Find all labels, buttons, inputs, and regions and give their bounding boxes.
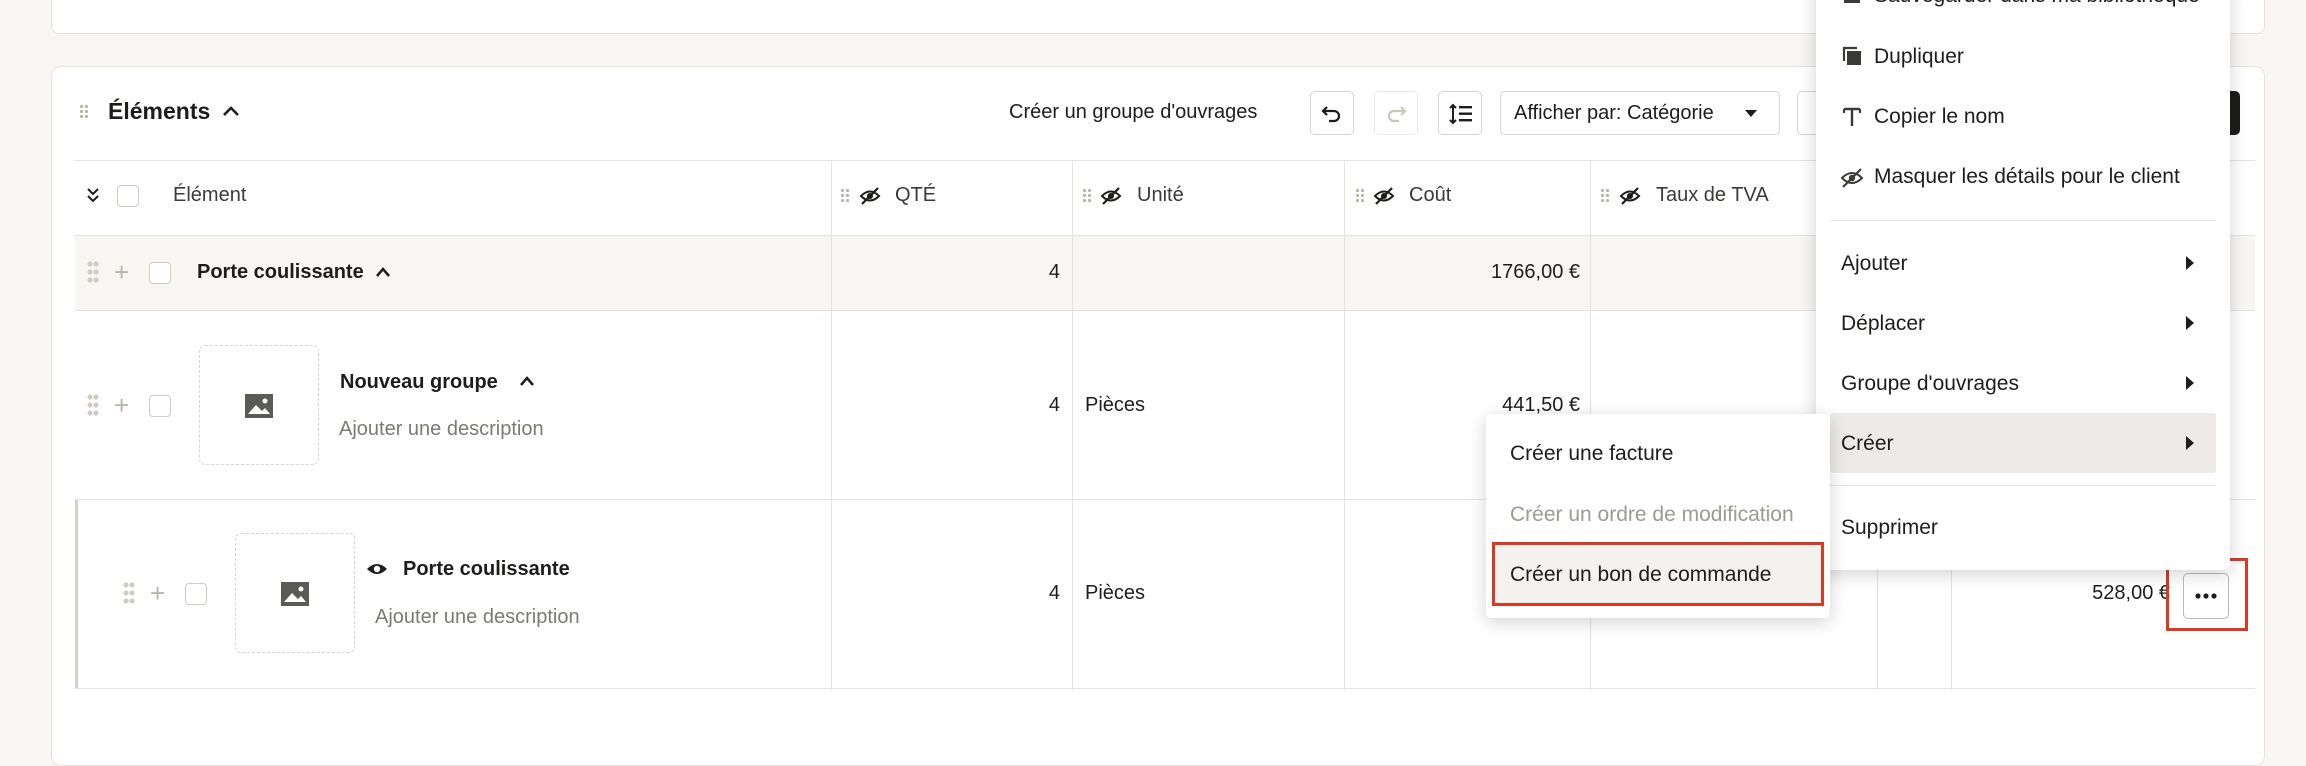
row-unit: Pièces [1085,394,1146,416]
eye-off-icon[interactable] [1619,186,1641,206]
menu-item-move[interactable]: Déplacer [1841,312,1925,336]
row-description[interactable]: Ajouter une description [339,418,544,441]
header-unit: Unité [1137,184,1184,206]
row-drag-handle-icon[interactable] [123,581,135,605]
column-drag-handle-icon[interactable] [1355,188,1365,204]
row-description[interactable]: Ajouter une description [375,606,580,629]
eye-off-icon[interactable] [1100,186,1122,206]
display-by-label: Afficher par: Catégorie [1514,102,1714,124]
menu-divider [1830,220,2216,221]
copy-icon [1842,46,1861,65]
row-total: 528,00 € [2092,582,2170,604]
create-group-button[interactable]: Créer un groupe d'ouvrages [1009,101,1257,124]
collapse-chevron-up-icon[interactable] [222,104,240,118]
eye-off-icon[interactable] [859,186,881,206]
chevron-up-icon[interactable] [375,266,391,278]
row-name[interactable]: Nouveau groupe [340,371,498,394]
menu-item-create[interactable]: Créer [1841,432,1894,456]
column-divider [1072,161,1073,691]
add-row-icon[interactable]: + [114,259,129,285]
highlight-purchase-order [1492,542,1824,606]
section-title: Éléments [108,98,211,124]
menu-divider [1830,485,2216,486]
row-qty: 4 [1048,261,1060,283]
add-row-icon[interactable]: + [150,580,165,606]
expand-all-chevrons-icon[interactable] [86,187,100,203]
row-checkbox[interactable] [185,583,207,605]
row-divider [75,688,2255,689]
menu-item-delete[interactable]: Supprimer [1841,516,1938,540]
row-drag-handle-icon[interactable] [87,393,99,417]
image-icon [245,394,273,418]
row-cost: 1766,00 € [1491,261,1580,283]
section-drag-handle-icon[interactable] [79,104,89,120]
chevron-up-icon[interactable] [519,375,535,387]
display-by-select[interactable]: Afficher par: Catégorie [1500,91,1780,135]
row-name[interactable]: Porte coulissante [403,558,570,581]
submenu-item-create-invoice[interactable]: Créer une facture [1510,442,1673,466]
menu-item-hide-details[interactable]: Masquer les détails pour le client [1874,165,2180,189]
line-spacing-icon [1449,103,1472,125]
column-drag-handle-icon[interactable] [1082,188,1092,204]
submenu-arrow-icon [2186,316,2194,330]
menu-item-add[interactable]: Ajouter [1841,252,1908,276]
context-menu: Sauvegarder dans ma bibliothèque Dupliqu… [1816,0,2230,570]
header-qty: QTÉ [895,184,937,206]
eye-off-icon [1840,168,1864,188]
submenu-arrow-icon [2186,436,2194,450]
undo-button[interactable] [1310,91,1354,135]
menu-item-save-library[interactable]: Sauvegarder dans ma bibliothèque [1874,0,2200,8]
image-placeholder[interactable] [199,345,319,465]
header-vat: Taux de TVA [1656,184,1769,206]
menu-item-work-group[interactable]: Groupe d'ouvrages [1841,372,2019,396]
undo-icon [1321,106,1341,123]
column-divider [1344,161,1345,691]
row-density-button[interactable] [1438,91,1482,135]
redo-icon [1387,106,1407,123]
create-submenu: Créer une facture Créer un ordre de modi… [1486,414,1830,618]
row-qty: 4 [1048,582,1060,604]
redo-button[interactable] [1374,91,1418,135]
eye-icon[interactable] [366,561,388,577]
select-all-checkbox[interactable] [117,185,139,207]
row-checkbox[interactable] [149,395,171,417]
column-divider [831,161,832,691]
library-icon [1844,0,1860,3]
nesting-indicator [75,500,78,688]
text-icon [1842,107,1862,126]
row-unit: Pièces [1085,582,1146,604]
menu-item-copy-name[interactable]: Copier le nom [1874,105,2005,129]
image-icon [281,582,309,606]
column-drag-handle-icon[interactable] [840,188,850,204]
submenu-arrow-icon [2186,256,2194,270]
header-element: Élément [173,184,247,206]
add-row-icon[interactable]: + [114,392,129,418]
row-checkbox[interactable] [149,262,171,284]
submenu-item-create-change-order: Créer un ordre de modification [1510,503,1794,526]
row-drag-handle-icon[interactable] [87,260,99,284]
row-name[interactable]: Porte coulissante [197,261,364,284]
menu-item-duplicate[interactable]: Dupliquer [1874,45,1964,69]
caret-down-icon [1745,110,1757,117]
image-placeholder[interactable] [235,533,355,653]
row-qty: 4 [1048,394,1060,416]
submenu-arrow-icon [2186,376,2194,390]
eye-off-icon[interactable] [1373,186,1395,206]
column-drag-handle-icon[interactable] [1600,188,1610,204]
header-cost: Coût [1409,184,1452,206]
